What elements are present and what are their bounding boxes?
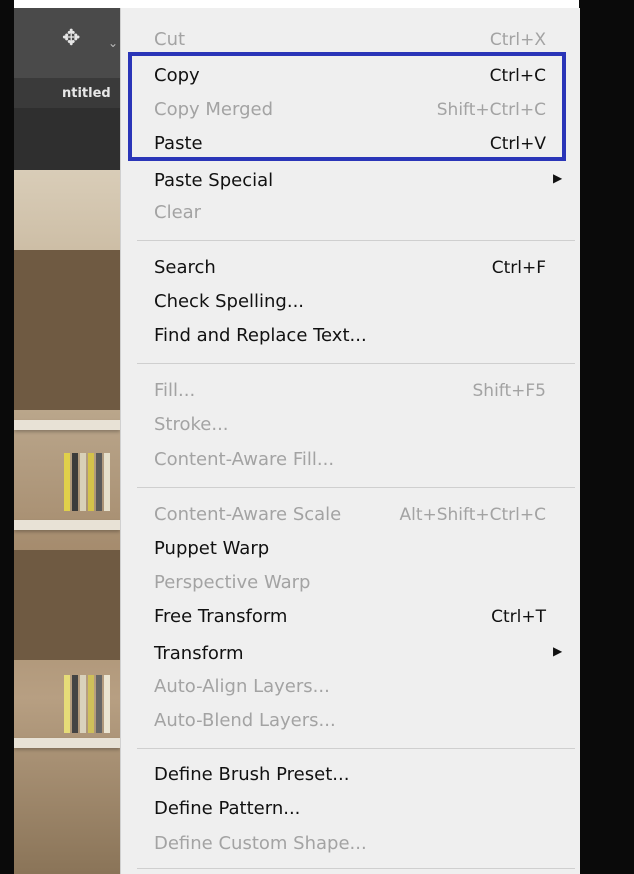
shelf <box>14 520 120 530</box>
books <box>64 675 114 733</box>
shelf-panel <box>14 250 120 410</box>
menu-separator <box>137 240 575 241</box>
submenu-arrow-icon: ▶ <box>553 171 563 185</box>
chevron-down-icon[interactable]: ⌄ <box>108 36 118 50</box>
menu-item-paste-special[interactable]: Paste Special ▶ <box>121 165 580 199</box>
menu-item-content-aware-fill[interactable]: Content-Aware Fill... <box>121 444 580 478</box>
menu-item-label: Perspective Warp <box>154 572 311 593</box>
menu-item-fill[interactable]: Fill... Shift+F5 <box>121 375 580 409</box>
menu-item-shortcut: Ctrl+F <box>491 258 546 278</box>
right-black-border <box>579 0 634 874</box>
canvas-top-area <box>14 108 120 170</box>
menu-item-free-transform[interactable]: Free Transform Ctrl+T <box>121 601 580 635</box>
menu-item-label: Stroke... <box>154 414 229 435</box>
menu-item-define-pattern[interactable]: Define Pattern... <box>121 793 580 827</box>
menu-item-label: Cut <box>154 29 186 50</box>
menu-item-puppet-warp[interactable]: Puppet Warp <box>121 533 580 567</box>
menu-item-label: Search <box>154 257 216 278</box>
menu-item-label: Transform <box>154 643 244 664</box>
menu-item-label: Auto-Align Layers... <box>154 676 330 697</box>
menu-item-find-replace[interactable]: Find and Replace Text... <box>121 320 580 354</box>
document-tab[interactable]: ntitled <box>62 86 111 101</box>
menu-item-label: Check Spelling... <box>154 291 305 312</box>
submenu-arrow-icon: ▶ <box>553 644 563 658</box>
menu-item-shortcut: Shift+F5 <box>472 381 546 401</box>
canvas-image <box>14 170 120 874</box>
highlight-annotation-box <box>128 52 566 161</box>
menu-item-label: Puppet Warp <box>154 538 270 559</box>
options-bar: ✥ ⌄ <box>14 8 120 78</box>
menu-separator <box>137 868 575 869</box>
menu-item-define-custom-shape[interactable]: Define Custom Shape... <box>121 828 580 862</box>
menu-item-check-spelling[interactable]: Check Spelling... <box>121 286 580 320</box>
app-background: ✥ ⌄ ntitled <box>14 8 120 874</box>
books <box>64 453 114 511</box>
menu-item-label: Define Brush Preset... <box>154 764 350 785</box>
menu-item-shortcut: Ctrl+X <box>489 30 546 50</box>
menu-item-content-aware-scale[interactable]: Content-Aware Scale Alt+Shift+Ctrl+C <box>121 499 580 533</box>
menu-item-define-brush-preset[interactable]: Define Brush Preset... <box>121 759 580 793</box>
menu-item-label: Auto-Blend Layers... <box>154 710 336 731</box>
menu-item-label: Content-Aware Fill... <box>154 449 335 470</box>
shelf-panel <box>14 550 120 660</box>
menu-separator <box>137 487 575 488</box>
menu-item-auto-blend-layers[interactable]: Auto-Blend Layers... <box>121 705 580 739</box>
menu-item-label: Fill... <box>154 380 196 401</box>
menu-separator <box>137 748 575 749</box>
menu-item-shortcut: Ctrl+T <box>491 607 546 627</box>
menu-item-label: Find and Replace Text... <box>154 325 367 346</box>
menu-item-clear[interactable]: Clear <box>121 197 580 231</box>
menu-item-label: Paste Special <box>154 170 274 191</box>
move-tool-icon[interactable]: ✥ <box>62 28 80 50</box>
left-black-border <box>0 0 14 874</box>
menu-item-shortcut: Alt+Shift+Ctrl+C <box>399 505 546 525</box>
menu-item-search[interactable]: Search Ctrl+F <box>121 252 580 286</box>
shelf <box>14 738 120 748</box>
shelf <box>14 420 120 430</box>
menu-item-label: Free Transform <box>154 606 288 627</box>
menu-item-label: Define Custom Shape... <box>154 833 367 854</box>
menu-item-label: Clear <box>154 202 202 223</box>
menu-item-auto-align-layers[interactable]: Auto-Align Layers... <box>121 671 580 705</box>
menu-item-transform[interactable]: Transform ▶ <box>121 638 580 672</box>
menu-item-stroke[interactable]: Stroke... <box>121 409 580 443</box>
menu-item-label: Content-Aware Scale <box>154 504 342 525</box>
menu-item-perspective-warp[interactable]: Perspective Warp <box>121 567 580 601</box>
menu-item-label: Define Pattern... <box>154 798 301 819</box>
top-white-edge <box>14 0 579 8</box>
menu-separator <box>137 363 575 364</box>
